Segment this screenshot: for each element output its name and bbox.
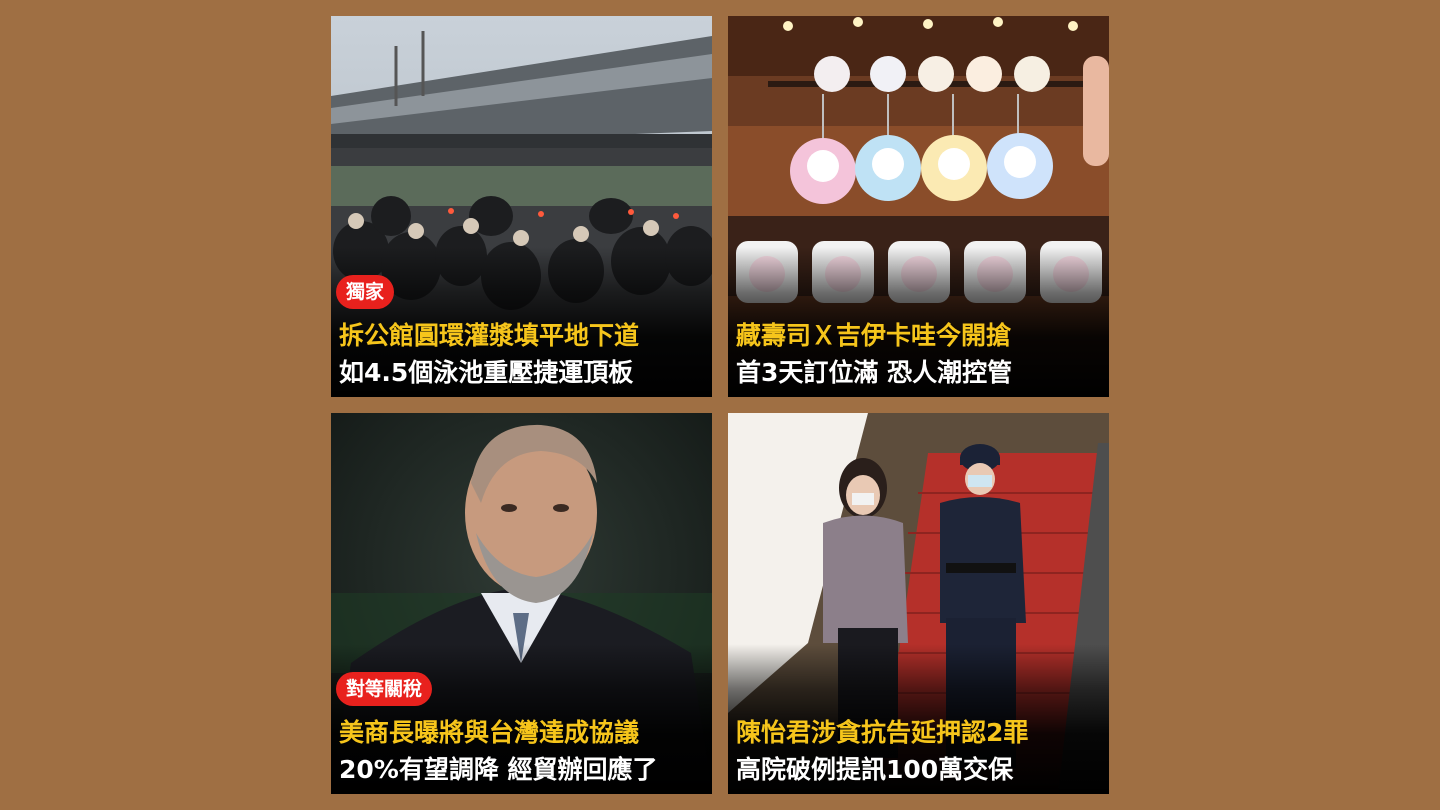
headline-line-2: 首3天訂位滿 恐人潮控管 <box>736 358 1013 387</box>
headline-line-2: 如4.5個泳池重壓捷運頂板 <box>339 358 634 387</box>
headline-line-2: 高院破例提訊100萬交保 <box>736 755 1014 784</box>
headline-line-1: 陳怡君涉貪抗告延押認2罪 <box>736 718 1029 747</box>
news-card-2[interactable]: 藏壽司Ｘ吉伊卡哇今開搶 首3天訂位滿 恐人潮控管 <box>728 16 1109 397</box>
headline-line-1: 藏壽司Ｘ吉伊卡哇今開搶 <box>736 321 1012 350</box>
headline-line-1: 美商長曝將與台灣達成協議 <box>339 718 640 747</box>
headline: 藏壽司Ｘ吉伊卡哇今開搶 首3天訂位滿 恐人潮控管 <box>736 317 1105 391</box>
headline-line-2: 20%有望調降 經貿辦回應了 <box>339 755 658 784</box>
category-tag: 獨家 <box>336 275 395 309</box>
news-card-3[interactable]: 對等關稅 美商長曝將與台灣達成協議 20%有望調降 經貿辦回應了 <box>331 413 712 794</box>
headline: 陳怡君涉貪抗告延押認2罪 高院破例提訊100萬交保 <box>736 714 1105 788</box>
headline: 拆公館圓環灌漿填平地下道 如4.5個泳池重壓捷運頂板 <box>339 317 708 391</box>
news-card-1[interactable]: 獨家 拆公館圓環灌漿填平地下道 如4.5個泳池重壓捷運頂板 <box>331 16 712 397</box>
headline-line-1: 拆公館圓環灌漿填平地下道 <box>339 321 640 350</box>
headline: 美商長曝將與台灣達成協議 20%有望調降 經貿辦回應了 <box>339 714 708 788</box>
category-tag: 對等關稅 <box>336 672 433 706</box>
news-card-4[interactable]: 陳怡君涉貪抗告延押認2罪 高院破例提訊100萬交保 <box>728 413 1109 794</box>
